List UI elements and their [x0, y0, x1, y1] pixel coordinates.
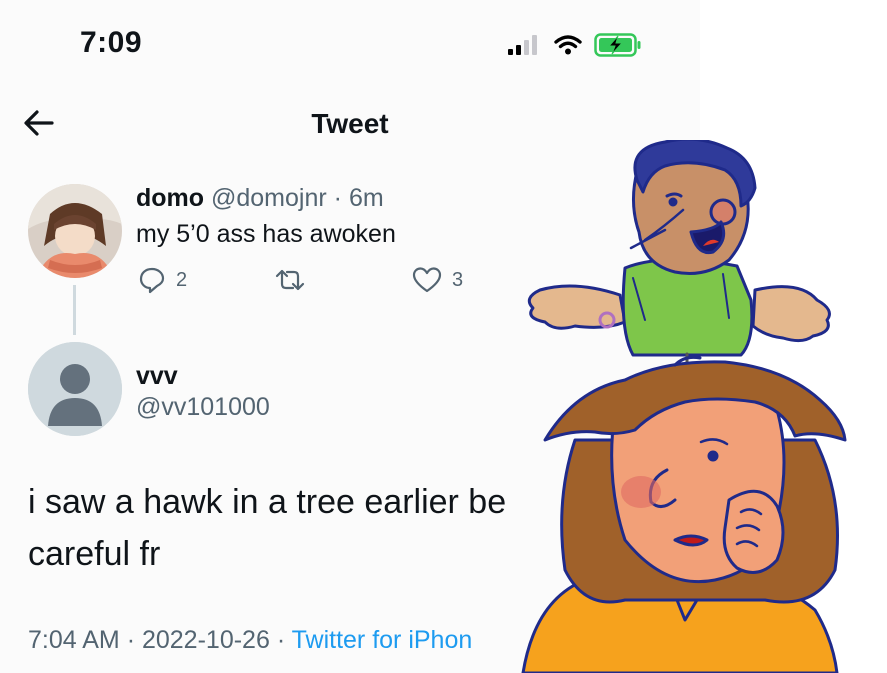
tweet-time[interactable]: 6m [349, 184, 384, 212]
meta-separator: · [276, 626, 286, 654]
tweet-header: domo @domojnr · 6m [136, 184, 384, 213]
author-handle[interactable]: @domojnr [211, 184, 327, 212]
character-drawing [521, 140, 847, 673]
reply-button[interactable]: 2 [138, 266, 187, 294]
reply-count: 2 [176, 268, 188, 291]
like-count: 3 [452, 268, 464, 291]
reply-icon [139, 267, 165, 294]
retweet-icon [275, 269, 305, 291]
reply-author-handle[interactable]: @vv101000 [136, 393, 270, 422]
retweet-button[interactable] [274, 266, 316, 294]
tweet-timestamp[interactable]: 7:04 AM [28, 626, 120, 654]
avatar-vvv[interactable] [28, 342, 122, 436]
battery-charging-icon [594, 33, 641, 57]
thread-connector [73, 285, 76, 335]
wifi-icon [554, 35, 582, 55]
status-icons [508, 32, 642, 58]
default-avatar-icon [28, 342, 122, 436]
tweet-source-link[interactable]: Twitter for iPhon [292, 626, 473, 654]
avatar-domo[interactable] [28, 184, 122, 278]
page-title: Tweet [311, 108, 389, 139]
tweet-date[interactable]: 2022-10-26 [142, 626, 270, 654]
author-name[interactable]: domo [136, 184, 204, 212]
separator-dot: · [333, 184, 342, 212]
reply-tweet-text: i saw a hawk in a tree earlier be carefu… [28, 483, 507, 573]
cellular-signal-icon [508, 35, 537, 55]
tweet-metadata: 7:04 AM · 2022-10-26 · Twitter for iPhon [28, 626, 472, 655]
tweet-text: my 5’0 ass has awoken [136, 220, 396, 248]
heart-icon [412, 267, 442, 293]
status-time: 7:09 [80, 26, 143, 59]
reply-author-name[interactable]: vvv [136, 362, 178, 391]
like-button[interactable]: 3 [412, 266, 463, 294]
meta-separator: · [126, 626, 136, 654]
